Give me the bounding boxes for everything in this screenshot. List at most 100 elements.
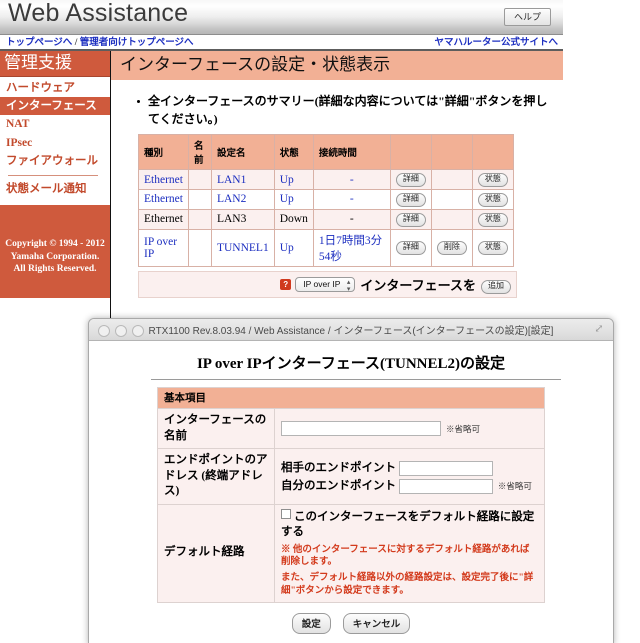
table-header-row: 種別 名前 設定名 状態 接続時間 [138,134,514,171]
add-interface-row: ? IP over IP ▴ ▾ インターフェースを 追加 [138,270,517,298]
help-icon[interactable]: ? [280,278,292,290]
default-route-checkbox-row[interactable]: このインターフェースをデフォルト経路に設定する [281,508,538,541]
form-section-header-row: 基本項目 [157,387,545,409]
status-button[interactable]: 状態 [477,192,508,207]
sidebar-item-ipsec[interactable]: IPsec [0,134,110,152]
dialog-body: IP over IPインターフェース(TUNNEL2)の設定 基本項目 インター… [89,341,613,643]
sidebar-footer: Copyright © 1994 - 2012 Yamaha Corporati… [0,204,110,298]
cell-uptime: - [312,169,391,190]
default-route-cell: このインターフェースをデフォルト経路に設定する ※ 他のインターフェースに対する… [274,503,545,603]
default-route-warning-1: ※ 他のインターフェースに対するデフォルト経路があれば削除します。 [281,544,530,568]
cell-state: Down [273,208,314,230]
cell-name [187,188,212,210]
local-endpoint-input[interactable] [398,478,493,494]
cell-uptime: - [312,208,391,230]
interface-type-select[interactable]: IP over IP ▴ ▾ [295,276,356,293]
screen: Web Assistance ヘルプ トップページへ / 管理者向けトップページ… [0,0,640,643]
interface-name-label: インターフェースの名前 [157,407,275,450]
sidebar-item-nat[interactable]: NAT [0,115,110,133]
cell-status: 状態 [471,228,514,267]
breadcrumb: トップページへ / 管理者向けトップページへ [6,34,194,48]
default-route-checkbox-label: このインターフェースをデフォルト経路に設定する [281,510,535,539]
bullet-dot-icon [137,100,140,104]
status-button[interactable]: 状態 [477,241,508,255]
official-site-link[interactable]: ヤマハルーター公式サイトへ [434,34,558,48]
delete-button[interactable]: 削除 [436,241,467,255]
copyright-line-2: Yamaha Corporation. [10,251,100,262]
table-row: Ethernet LAN3 Down - 詳細 状態 [138,208,514,230]
sidebar-item-hardware[interactable]: ハードウェア [0,79,110,97]
breadcrumb-separator: / [72,38,80,48]
help-button[interactable]: ヘルプ [503,8,551,26]
form-row-endpoint-address: エンドポイントのアドレス (終端アドレス) 相手のエンドポイント 自分のエンドポ… [157,448,545,505]
cell-type[interactable]: IP over IP [138,228,189,267]
dialog-heading: IP over IPインターフェース(TUNNEL2)の設定 [196,356,506,372]
add-interface-label: インターフェースを [360,277,476,293]
cell-config-name[interactable]: TUNNEL1 [210,228,275,267]
breadcrumb-link-top[interactable]: トップページへ [6,38,72,48]
dialog-heading-rule [151,379,561,380]
col-config-name: 設定名 [210,134,275,171]
endpoint-address-cell: 相手のエンドポイント 自分のエンドポイント ※省略可 [274,448,545,505]
form-row-interface-name: インターフェースの名前 ※省略可 [157,407,545,450]
cell-delete: 削除 [430,228,473,267]
table-row: Ethernet LAN1 Up - 詳細 状態 [138,169,514,190]
default-route-label: デフォルト経路 [157,503,275,603]
local-endpoint-label: 自分のエンドポイント [281,479,396,492]
expand-icon[interactable]: ⤢ [593,323,605,335]
cell-status: 状態 [471,169,514,190]
col-detail-action [389,134,432,171]
copyright-line-1: Copyright © 1994 - 2012 [5,238,105,249]
default-route-checkbox[interactable] [281,508,291,519]
cell-name [187,208,212,230]
col-uptime: 接続時間 [312,134,391,171]
dialog-actions: 設定 キャンセル [89,612,613,634]
cell-config-name[interactable]: LAN2 [210,188,275,210]
interface-name-input[interactable] [281,421,441,437]
summary-bullet-text: 全インターフェースのサマリー(詳細な内容については"詳細"ボタンを押してください… [148,94,548,126]
cancel-button[interactable]: キャンセル [342,612,411,634]
interface-name-cell: ※省略可 [274,407,545,450]
chevron-updown-icon: ▴ ▾ [346,278,351,293]
cell-type[interactable]: Ethernet [138,188,189,210]
dialog-titlebar[interactable]: RTX1100 Rev.8.03.94 / Web Assistance / イ… [89,319,613,341]
sidebar-item-firewall[interactable]: ファイアウォール [0,152,110,170]
cell-detail: 詳細 [389,228,432,267]
cell-config-name[interactable]: LAN1 [210,169,275,190]
settings-form: 基本項目 インターフェースの名前 ※省略可 エンドポイントのアドレス (終端アド… [157,387,545,603]
summary-bullet: 全インターフェースのサマリー(詳細な内容については"詳細"ボタンを押してください… [129,93,563,128]
cell-type[interactable]: Ethernet [138,169,189,190]
web-assistance-page: Web Assistance ヘルプ トップページへ / 管理者向けトップページ… [0,0,563,330]
col-name: 名前 [187,134,212,171]
detail-button[interactable]: 詳細 [395,192,426,207]
interface-name-note: ※省略可 [446,423,481,434]
detail-button[interactable]: 詳細 [395,212,426,227]
status-button[interactable]: 状態 [477,212,508,227]
col-status-action [471,134,514,171]
cell-uptime: - [312,188,391,210]
submit-button[interactable]: 設定 [291,612,331,634]
detail-button[interactable]: 詳細 [395,241,426,255]
interface-type-select-value: IP over IP [303,278,341,289]
local-endpoint-row: 自分のエンドポイント ※省略可 [281,477,538,494]
cell-state[interactable]: Up [273,228,314,267]
cell-delete [430,169,473,190]
form-row-default-route: デフォルト経路 このインターフェースをデフォルト経路に設定する ※ 他のインター… [157,503,545,603]
app-title: Web Assistance [8,0,189,27]
default-route-warning-2: また、デフォルト経路以外の経路設定は、設定完了後に"詳細"ボタンから設定できます… [281,573,534,597]
sidebar-item-status-mail[interactable]: 状態メール通知 [0,180,110,198]
sidebar: 管理支援 ハードウェア インターフェース NAT IPsec ファイアウォール … [0,51,111,319]
add-button[interactable]: 追加 [481,279,511,294]
sidebar-item-interface[interactable]: インターフェース [0,96,110,116]
cell-detail: 詳細 [389,188,432,210]
cell-delete [430,188,473,210]
cell-state[interactable]: Up [273,169,314,190]
breadcrumb-link-admin-top[interactable]: 管理者向けトップページへ [80,38,194,48]
detail-button[interactable]: 詳細 [395,173,426,187]
cell-state[interactable]: Up [273,188,314,210]
status-button[interactable]: 状態 [477,173,508,187]
dialog-title: RTX1100 Rev.8.03.94 / Web Assistance / イ… [148,326,554,337]
settings-dialog-window: RTX1100 Rev.8.03.94 / Web Assistance / イ… [88,318,614,643]
cell-delete [430,208,473,230]
peer-endpoint-input[interactable] [398,460,493,476]
